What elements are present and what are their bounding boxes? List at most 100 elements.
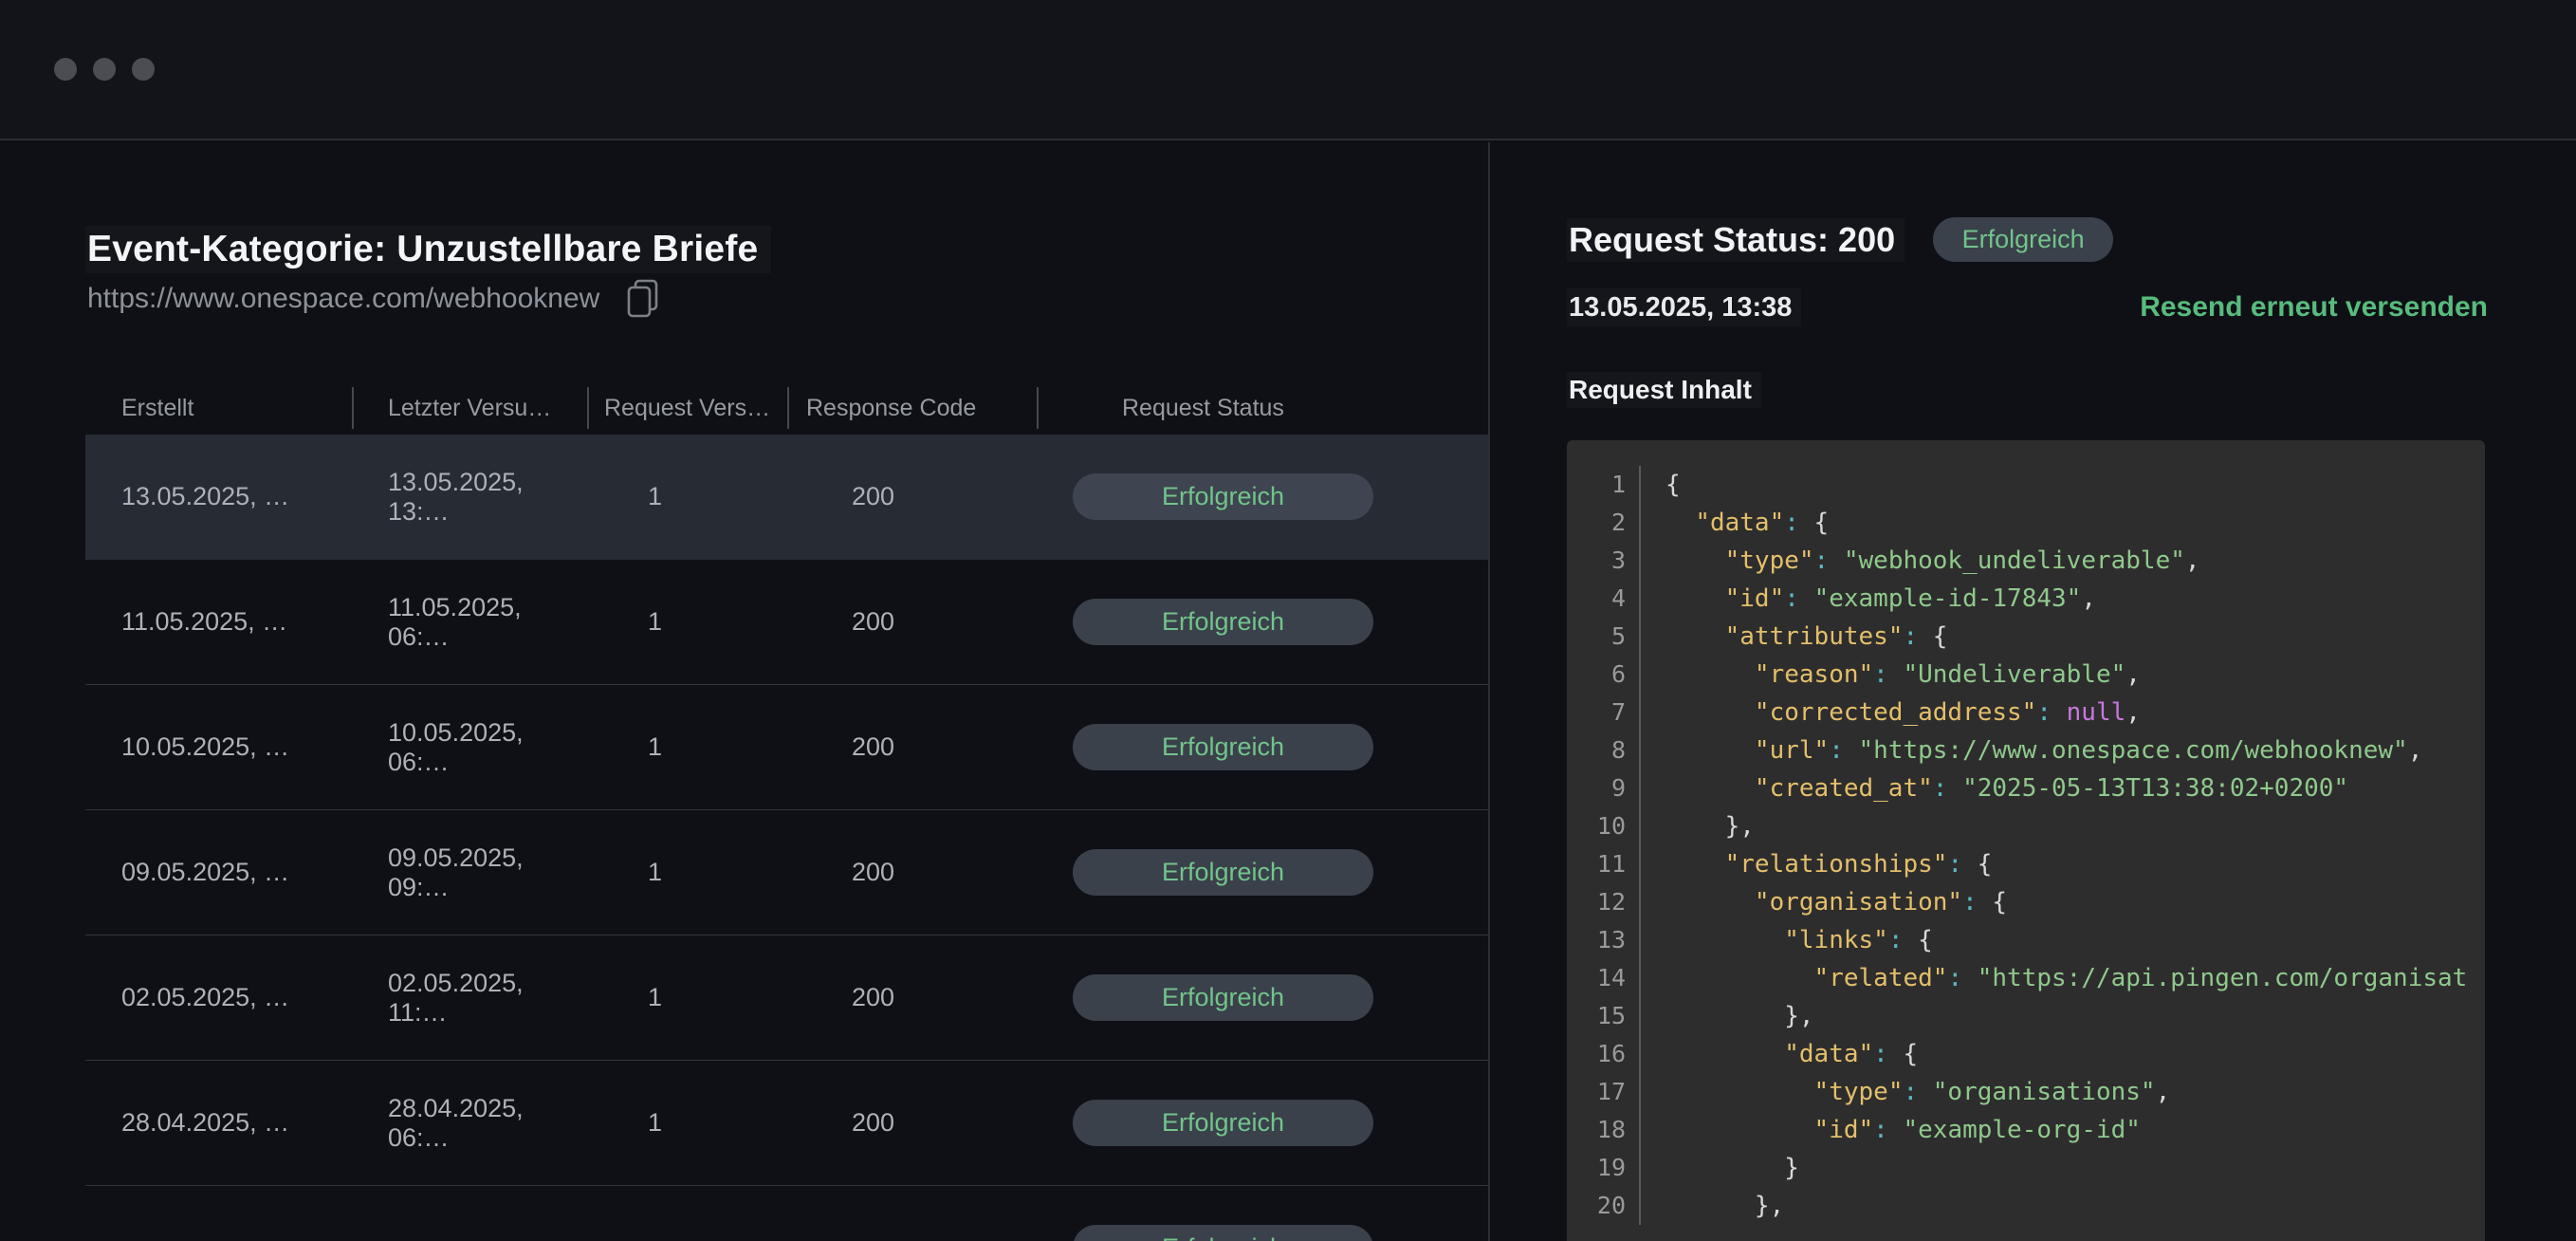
code-line: 14 "related": "https://api.pingen.com/or… [1567,959,2485,997]
code-token: "type" [1814,1078,1904,1106]
code-line-number: 20 [1567,1187,1641,1225]
code-token: "created_at" [1755,774,1933,803]
code-token: { [1918,926,1933,954]
code-token: : [1888,926,1918,954]
code-line-content: "type": "organisations", [1641,1073,2170,1111]
code-line-content: "links": { [1641,921,1933,959]
code-line-content: "reason": "Undeliverable", [1641,656,2141,694]
table-cell: 10.05.2025, 06:… [352,718,587,777]
code-token: , [2156,1078,2171,1106]
row-status-badge: Erfolgreich [1073,974,1373,1021]
table-body: 13.05.2025, …13.05.2025, 13:…1200Erfolgr… [85,435,1488,1241]
table-cell: 200 [787,983,1037,1012]
code-token: "relationships" [1725,850,1948,879]
table-cell: 10.05.2025, … [85,732,352,762]
copy-icon[interactable] [624,278,662,320]
column-divider [787,387,789,429]
window-dot [132,58,155,81]
events-table: Erstellt Letzter Versu… Request Vers… [85,381,1488,1241]
code-token: "organisation" [1755,888,1962,917]
window-dot [54,58,77,81]
table-cell: 11.05.2025, … [85,607,352,637]
code-line: 8 "url": "https://www.onespace.com/webho… [1567,732,2485,769]
code-line-number: 8 [1567,732,1641,769]
code-line-content: }, [1641,807,1755,845]
code-line: 16 "data": { [1567,1035,2485,1073]
column-header-letzter-versuch: Letzter Versu… [352,381,587,435]
request-content-title: Request Inhalt [1567,372,1761,408]
code-line-number: 6 [1567,656,1641,694]
table-header: Erstellt Letzter Versu… Request Vers… [85,381,1488,435]
code-token: "2025-05-13T13:38:02+0200" [1962,774,2348,803]
code-line: 10 }, [1567,807,2485,845]
column-divider [352,387,354,429]
code-token: "Undeliverable" [1903,660,2125,689]
code-line: 6 "reason": "Undeliverable", [1567,656,2485,694]
column-header-response-code: Response Code [787,381,1037,435]
code-line: 12 "organisation": { [1567,883,2485,921]
code-line: 17 "type": "organisations", [1567,1073,2485,1111]
code-line-content: "corrected_address": null, [1641,694,2141,732]
code-token: { [1992,888,2007,917]
row-status-badge: Erfolgreich [1073,849,1373,896]
code-token: null [2067,698,2126,727]
code-line: 18 "id": "example-org-id" [1567,1111,2485,1149]
table-row[interactable]: 13.05.2025, …13.05.2025, 13:…1200Erfolgr… [85,435,1488,560]
request-status-title: Request Status: 200 [1567,218,1904,262]
code-line-number: 14 [1567,959,1641,997]
code-line-content: "related": "https://api.pingen.com/organ… [1641,959,2467,997]
request-timestamp: 13.05.2025, 13:38 [1567,288,1801,326]
request-detail-panel: Request Status: 200 Erfolgreich 13.05.20… [1490,142,2576,1241]
code-line-content: "attributes": { [1641,618,1947,656]
column-header-erstellt: Erstellt [85,381,352,435]
window-dot [93,58,116,81]
table-row[interactable]: 09.05.2025, …09.05.2025, 09:…1200Erfolgr… [85,810,1488,935]
table-cell: 28.04.2025, … [85,1108,352,1138]
code-line: 7 "corrected_address": null, [1567,694,2485,732]
code-token: "webhook_undeliverable" [1844,546,2185,575]
code-token: }, [1725,812,1755,841]
code-token: , [2125,660,2141,689]
code-token: { [1665,471,1681,499]
code-line: 13 "links": { [1567,921,2485,959]
code-token: : [1873,1040,1903,1068]
table-row[interactable]: 10.05.2025, …10.05.2025, 06:…1200Erfolgr… [85,685,1488,810]
code-line: 1{ [1567,466,2485,504]
table-row[interactable]: 28.04.2025, …28.04.2025, 06:…1200Erfolgr… [85,1061,1488,1186]
code-line-content: "id": "example-org-id" [1641,1111,2141,1149]
code-line-number: 18 [1567,1111,1641,1149]
code-token: : [1947,850,1977,879]
table-cell: 1 [587,607,787,637]
table-row[interactable]: 02.05.2025, …02.05.2025, 11:…1200Erfolgr… [85,935,1488,1061]
column-header-label: Letzter Versu… [388,395,551,422]
table-cell-status: Erfolgreich [1037,1225,1488,1241]
code-token: { [1903,1040,1918,1068]
table-cell-status: Erfolgreich [1037,599,1488,645]
table-cell: 200 [787,858,1037,887]
code-line-number: 13 [1567,921,1641,959]
app-window: Event-Kategorie: Unzustellbare Briefe ht… [0,0,2576,1241]
table-row[interactable]: 11.05.2025, …11.05.2025, 06:…1200Erfolgr… [85,560,1488,685]
code-token: , [2081,584,2096,613]
code-token: "type" [1725,546,1814,575]
code-line-content: "data": { [1641,504,1829,542]
code-token: } [1784,1154,1799,1182]
code-token: : [1933,774,1962,803]
column-header-label: Erstellt [121,395,193,422]
resend-link[interactable]: Resend erneut versenden [2140,291,2488,324]
code-line-number: 3 [1567,542,1641,580]
code-line-number: 7 [1567,694,1641,732]
table-cell: 200 [787,1108,1037,1138]
table-row[interactable]: Erfolgreich [85,1186,1488,1241]
table-cell: 1 [587,983,787,1012]
column-header-request-status: Request Status [1037,381,1488,435]
code-token: , [2185,546,2200,575]
table-cell: 1 [587,482,787,511]
code-line: 20 }, [1567,1187,2485,1225]
code-token: "corrected_address" [1755,698,2036,727]
code-line-content: "organisation": { [1641,883,2007,921]
webhook-url: https://www.onespace.com/webhooknew [85,283,599,315]
table-cell: 1 [587,1108,787,1138]
status-badge: Erfolgreich [1933,217,2113,262]
table-cell: 200 [787,607,1037,637]
